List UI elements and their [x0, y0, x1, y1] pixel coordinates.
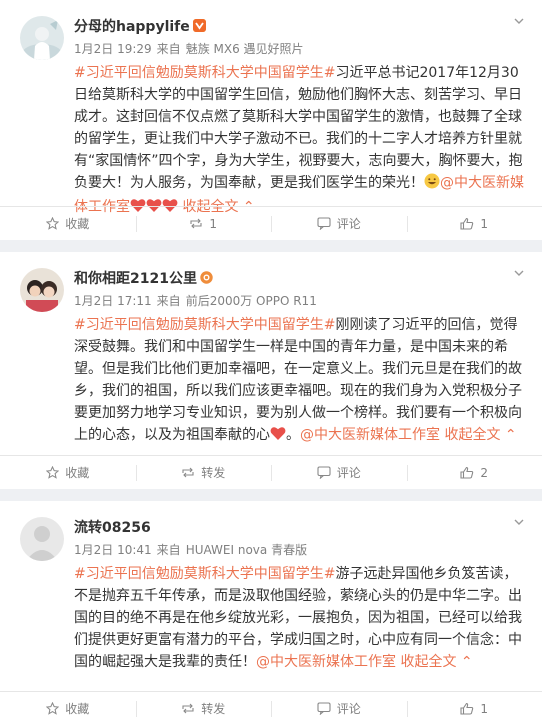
post-text: 习近平总书记2017年12月30日给莫斯科大学的中国留学生回信，勉励他们胸怀大志…: [74, 65, 523, 191]
like-button[interactable]: 2: [406, 456, 542, 489]
comment-icon: [317, 217, 331, 230]
repost-button[interactable]: 1: [135, 207, 272, 240]
mention-link[interactable]: @中大医新媒体工作室: [300, 427, 440, 443]
grin-emoji-icon: [424, 173, 440, 196]
repost-label: 转发: [201, 702, 226, 716]
post-date[interactable]: 1月2日 17:11: [74, 294, 152, 308]
like-button[interactable]: 1: [406, 692, 542, 725]
post-card: 和你相距2121公里 1月2日 17:11 来自 前后2000万 OPPO R11 …: [0, 252, 542, 489]
avatar[interactable]: [20, 517, 64, 561]
favorite-label: 收藏: [65, 217, 90, 231]
source-device[interactable]: 前后2000万 OPPO R11: [186, 294, 317, 308]
comment-label: 评论: [336, 702, 361, 716]
comment-icon: [317, 702, 331, 715]
post-actions: 收藏 转发 评论 2: [0, 455, 542, 489]
post-header: 流转08256 1月2日 10:41 来自 HUAWEI nova 青春版: [0, 501, 542, 563]
thumbs-up-icon: [460, 702, 474, 715]
repost-label: 转发: [201, 466, 226, 480]
like-button[interactable]: 1: [406, 207, 542, 240]
vip-badge-icon: [192, 19, 206, 32]
favorite-button[interactable]: 收藏: [0, 456, 136, 489]
source-prefix: 来自: [156, 42, 181, 56]
source-prefix: 来自: [156, 543, 181, 557]
comment-label: 评论: [336, 217, 361, 231]
repost-button[interactable]: 转发: [135, 692, 272, 725]
comment-button[interactable]: 评论: [271, 456, 407, 489]
post-date[interactable]: 1月2日 10:41: [74, 543, 152, 557]
post-header: 和你相距2121公里 1月2日 17:11 来自 前后2000万 OPPO R11: [0, 252, 542, 314]
post-header: 分母的happylife 1月2日 19:29 来自 魅族 MX6 遇见好照片: [0, 0, 542, 62]
like-count: 2: [480, 465, 489, 480]
star-icon: [46, 217, 60, 230]
hashtag-link[interactable]: #习近平回信勉励莫斯科大学中国留学生#: [74, 317, 335, 333]
post-meta: 1月2日 17:11 来自 前后2000万 OPPO R11: [74, 292, 322, 309]
post-actions: 收藏 1 评论 1: [0, 206, 542, 240]
level-badge-icon: [200, 271, 213, 284]
post-card: 流转08256 1月2日 10:41 来自 HUAWEI nova 青春版 #习近平…: [0, 501, 542, 725]
favorite-label: 收藏: [65, 702, 90, 716]
post-body: #习近平回信勉励莫斯科大学中国留学生#刚刚读了习近平的回信，觉得深受鼓舞。我们和…: [0, 314, 542, 448]
comment-button[interactable]: 评论: [271, 692, 407, 725]
chevron-down-icon[interactable]: [512, 14, 526, 28]
collapse-link[interactable]: 收起全文 ⌃: [396, 654, 472, 670]
repost-count: 1: [209, 216, 218, 231]
comment-label: 评论: [336, 466, 361, 480]
star-icon: [46, 702, 60, 715]
chevron-down-icon[interactable]: [512, 515, 526, 529]
favorite-button[interactable]: 收藏: [0, 692, 136, 725]
repost-icon: [182, 467, 194, 478]
like-count: 1: [480, 701, 489, 716]
thumbs-up-icon: [460, 466, 474, 479]
post-text: 刚刚读了习近平的回信，觉得深受鼓舞。我们和中国留学生一样是中国的青年力量，是中国…: [74, 317, 522, 443]
star-icon: [46, 466, 60, 479]
like-count: 1: [480, 216, 489, 231]
post-meta: 1月2日 10:41 来自 HUAWEI nova 青春版: [74, 541, 312, 558]
source-device[interactable]: 魅族 MX6 遇见好照片: [186, 42, 304, 56]
repost-icon: [190, 218, 202, 229]
post-meta: 1月2日 19:29 来自 魅族 MX6 遇见好照片: [74, 40, 309, 57]
favorite-label: 收藏: [65, 466, 90, 480]
post-text: 。: [286, 427, 300, 443]
post-actions: 收藏 转发 评论 1: [0, 691, 542, 725]
hashtag-link[interactable]: #习近平回信勉励莫斯科大学中国留学生#: [74, 65, 335, 81]
mention-link[interactable]: @中大医新媒体工作室: [256, 654, 396, 670]
source-prefix: 来自: [156, 294, 181, 308]
user-name-text[interactable]: 和你相距2121公里: [74, 271, 197, 287]
user-name[interactable]: 流转08256: [74, 517, 151, 537]
post-body: #习近平回信勉励莫斯科大学中国留学生#游子远赴异国他乡负笈苦读，不是抛弃五千年传…: [0, 563, 542, 673]
repost-button[interactable]: 转发: [135, 456, 272, 489]
post-body: #习近平回信勉励莫斯科大学中国留学生#习近平总书记2017年12月30日给莫斯科…: [0, 62, 542, 220]
thumbs-up-icon: [460, 217, 474, 230]
user-name[interactable]: 分母的happylife: [74, 16, 206, 36]
comment-button[interactable]: 评论: [271, 207, 407, 240]
user-name[interactable]: 和你相距2121公里: [74, 268, 213, 288]
favorite-button[interactable]: 收藏: [0, 207, 136, 240]
user-name-text[interactable]: 分母的happylife: [74, 19, 190, 35]
avatar[interactable]: [20, 268, 64, 312]
weibo-feed: 分母的happylife 1月2日 19:29 来自 魅族 MX6 遇见好照片 #习…: [0, 0, 542, 725]
heart-emoji-icon: [270, 426, 286, 448]
post-date[interactable]: 1月2日 19:29: [74, 42, 152, 56]
source-device[interactable]: HUAWEI nova 青春版: [186, 543, 307, 557]
user-name-text[interactable]: 流转08256: [74, 520, 151, 536]
post-card: 分母的happylife 1月2日 19:29 来自 魅族 MX6 遇见好照片 #习…: [0, 0, 542, 240]
avatar[interactable]: [20, 16, 64, 60]
collapse-link[interactable]: 收起全文 ⌃: [440, 427, 516, 443]
repost-icon: [182, 703, 194, 714]
comment-icon: [317, 466, 331, 479]
hashtag-link[interactable]: #习近平回信勉励莫斯科大学中国留学生#: [74, 566, 335, 582]
chevron-down-icon[interactable]: [512, 266, 526, 280]
